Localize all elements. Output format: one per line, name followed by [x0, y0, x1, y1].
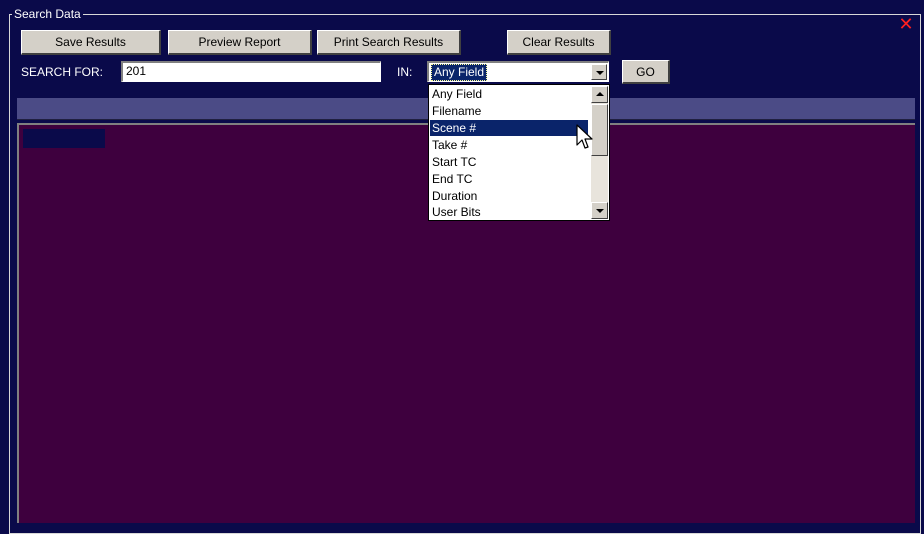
field-dropdown-list[interactable]: Any Field Filename Scene # Take # Start …	[428, 84, 610, 221]
dropdown-option-end-tc[interactable]: End TC	[430, 171, 588, 187]
mouse-pointer-icon	[576, 124, 593, 149]
chevron-down-icon[interactable]	[591, 64, 607, 80]
search-input[interactable]: 201	[121, 61, 381, 82]
dropdown-option-take[interactable]: Take #	[430, 137, 588, 153]
save-results-button[interactable]: Save Results	[21, 30, 161, 55]
in-label: IN:	[397, 65, 413, 79]
chevron-up-icon[interactable]	[591, 86, 608, 103]
go-button[interactable]: GO	[622, 60, 670, 84]
results-cell[interactable]	[23, 129, 105, 148]
dropdown-option-user-bits[interactable]: User Bits	[430, 204, 588, 220]
dropdown-scrollbar[interactable]	[591, 86, 608, 219]
print-search-results-button[interactable]: Print Search Results	[317, 30, 461, 55]
search-field-select[interactable]: Any Field	[427, 61, 609, 82]
dropdown-option-scene[interactable]: Scene #	[430, 120, 588, 136]
chevron-down-icon[interactable]	[591, 202, 608, 219]
search-for-label: SEARCH FOR:	[21, 65, 104, 79]
clear-results-button[interactable]: Clear Results	[507, 30, 611, 55]
dropdown-option-start-tc[interactable]: Start TC	[430, 154, 588, 170]
preview-report-button[interactable]: Preview Report	[168, 30, 312, 55]
dropdown-option-duration[interactable]: Duration	[430, 188, 588, 204]
dropdown-option-any-field[interactable]: Any Field	[430, 86, 588, 102]
select-current-value: Any Field	[431, 64, 488, 81]
close-icon[interactable]: ✕	[898, 16, 914, 34]
dropdown-option-filename[interactable]: Filename	[430, 103, 588, 119]
groupbox-title: Search Data	[12, 7, 83, 21]
